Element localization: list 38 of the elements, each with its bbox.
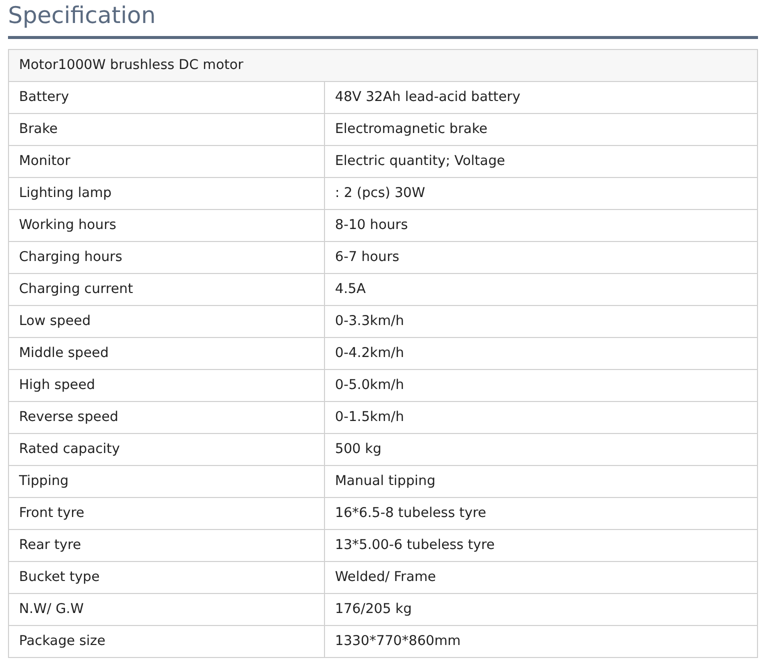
table-header-cell: Motor1000W brushless DC motor <box>8 50 758 82</box>
table-cell: 0-4.2km/h <box>324 338 758 370</box>
table-cell: Rear tyre <box>8 530 324 562</box>
table-cell: 0-3.3km/h <box>324 306 758 338</box>
table-cell: 6-7 hours <box>324 242 758 274</box>
table-cell: Working hours <box>8 210 324 242</box>
table-cell: 48V 32Ah lead-acid battery <box>324 82 758 114</box>
table-cell: Bucket type <box>8 562 324 594</box>
table-cell: Brake <box>8 114 324 146</box>
table-cell: Charging current <box>8 274 324 306</box>
table-cell: 176/205 kg <box>324 594 758 626</box>
table-cell: 4.5A <box>324 274 758 306</box>
table-cell: Package size <box>8 626 324 658</box>
table-cell: 16*6.5-8 tubeless tyre <box>324 498 758 530</box>
table-cell: 500 kg <box>324 434 758 466</box>
table-cell: Electromagnetic brake <box>324 114 758 146</box>
table-cell: 8-10 hours <box>324 210 758 242</box>
table-cell: Rated capacity <box>8 434 324 466</box>
table-cell: Monitor <box>8 146 324 178</box>
table-cell: N.W/ G.W <box>8 594 324 626</box>
table-cell: Reverse speed <box>8 402 324 434</box>
table-cell: Charging hours <box>8 242 324 274</box>
table-cell: Manual tipping <box>324 466 758 498</box>
table-cell: Welded/ Frame <box>324 562 758 594</box>
table-cell: High speed <box>8 370 324 402</box>
table-cell: Tipping <box>8 466 324 498</box>
table-cell: Middle speed <box>8 338 324 370</box>
table-cell: 1330*770*860mm <box>324 626 758 658</box>
table-cell: 0-1.5km/h <box>324 402 758 434</box>
table-cell: 13*5.00-6 tubeless tyre <box>324 530 758 562</box>
table-cell: Front tyre <box>8 498 324 530</box>
table-cell: 0-5.0km/h <box>324 370 758 402</box>
table-cell: Battery <box>8 82 324 114</box>
table-cell: : 2 (pcs) 30W <box>324 178 758 210</box>
section-title: Specification <box>8 2 758 39</box>
table-cell: Lighting lamp <box>8 178 324 210</box>
table-cell: Low speed <box>8 306 324 338</box>
table-cell: Electric quantity; Voltage <box>324 146 758 178</box>
